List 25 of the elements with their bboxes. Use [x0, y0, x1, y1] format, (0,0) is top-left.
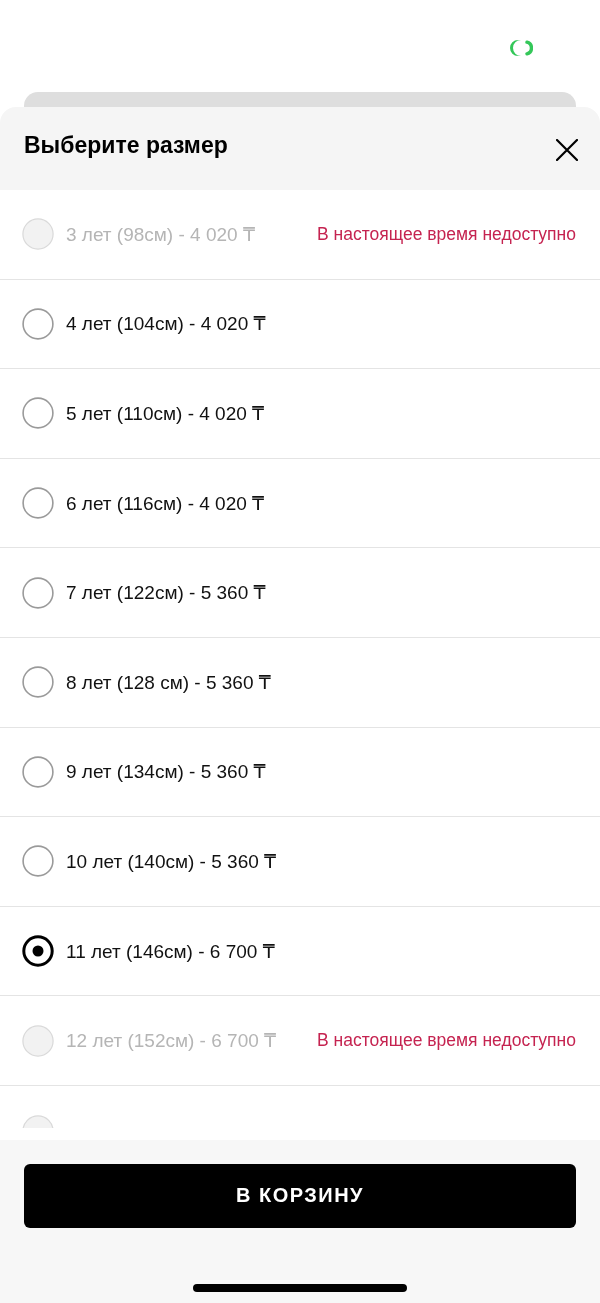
radio-button[interactable]: [22, 307, 54, 340]
size-label: 8 лет (128 см) - 5 360 ₸: [66, 670, 271, 694]
size-label: 9 лет (134см) - 5 360 ₸: [66, 760, 266, 784]
sheet-title: Выберите размер: [24, 132, 228, 159]
size-label: 7 лет (122см) - 5 360 ₸: [66, 581, 266, 605]
size-label: 3 лет (98см) - 4 020 ₸: [66, 222, 255, 246]
close-icon: [556, 138, 578, 161]
radio-button[interactable]: [22, 666, 54, 699]
add-to-cart-button[interactable]: В КОРЗИНУ: [24, 1163, 576, 1228]
radio-button[interactable]: [22, 935, 54, 968]
size-label: 11 лет (146см) - 6 700 ₸: [66, 939, 275, 963]
close-button[interactable]: [556, 138, 578, 161]
size-label: 6 лет (116см) - 4 020 ₸: [66, 491, 265, 515]
size-label: 12 лет (152см) - 6 700 ₸: [66, 1029, 277, 1053]
size-label: 10 лет (140см) - 5 360 ₸: [66, 849, 277, 873]
radio-button[interactable]: [22, 397, 54, 430]
radio-button[interactable]: [22, 576, 54, 609]
radio-button[interactable]: [22, 755, 54, 788]
size-label: 5 лет (110см) - 4 020 ₸: [66, 402, 265, 425]
status-indicator-icon: [510, 40, 533, 56]
availability-note: В настоящее время недоступно: [317, 223, 576, 245]
radio-button[interactable]: [22, 845, 54, 878]
radio-button[interactable]: [22, 487, 54, 520]
availability-note: В настоящее время недоступно: [317, 1030, 576, 1052]
size-label: 4 лет (104см) - 4 020 ₸: [66, 312, 266, 336]
